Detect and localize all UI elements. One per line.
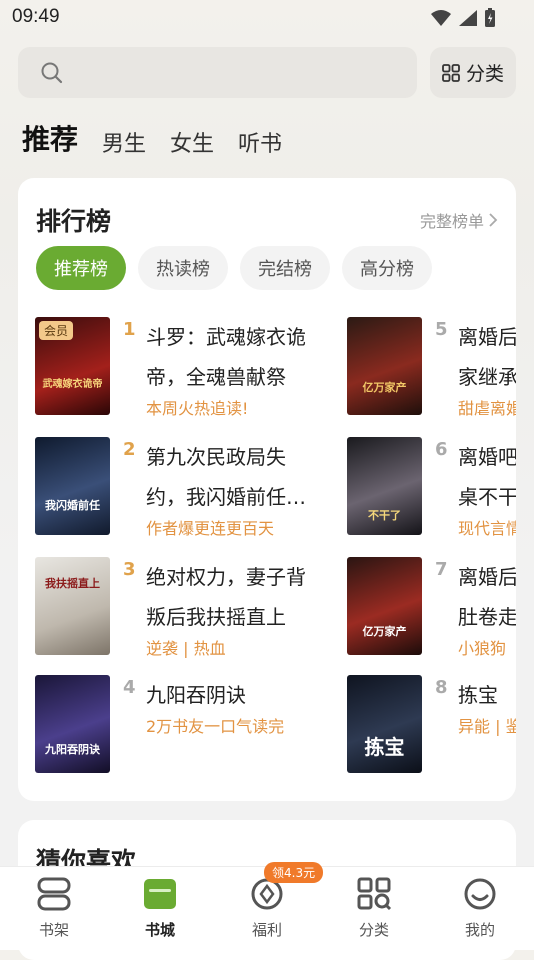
book-tag: 小狼狗 [458,639,507,658]
book-cover[interactable]: 九阳吞阴诀 [35,675,110,773]
rank-number: 3 [123,559,136,580]
vip-badge: 会员 [39,321,74,340]
rank-number: 5 [435,319,448,340]
book-item[interactable]: 我闪婚前任 2 第九次民政局失约，我闪婚前任… 作者爆更连更百天 [35,437,335,538]
nav-label: 书架 [38,921,69,939]
book-title: 离婚吧 [458,445,516,469]
bottom-nav: 书架 书城 福利 领4.3元 分类 我的 [0,862,534,950]
chip-finished[interactable]: 完结榜 [240,246,330,290]
status-bar: 09:49 [0,0,534,36]
book-tag: 甜虐离婚 [458,399,516,418]
bookshelf-icon [37,877,71,911]
book-title: 绝对权力，妻子背叛后我扶摇直上 [146,565,306,629]
top-tabs: 推荐 男生 女生 听书 [22,118,282,158]
cover-title: 九阳吞阴诀 [45,743,100,756]
book-tag: 2万书友一口气读完 [146,717,285,736]
book-title: 第九次民政局失约，我闪婚前任… [146,445,306,509]
nav-category[interactable]: 分类 [334,877,414,940]
chevron-right-icon [489,213,498,227]
cover-title: 我闪婚前任 [45,499,100,512]
book-tag: 异能 | 鉴 [458,717,516,736]
tab-recommend[interactable]: 推荐 [22,118,78,158]
book-tag: 本周火热追读! [146,399,249,418]
book-tag: 现代言情 [458,519,516,538]
full-ranking-link[interactable]: 完整榜单 [420,208,498,232]
signal-icon [459,10,477,26]
book-cover[interactable]: 我扶摇直上 [35,557,110,655]
welfare-badge: 领4.3元 [264,862,324,883]
book-cover[interactable]: 拣宝 [347,675,422,773]
rank-number: 4 [123,677,136,698]
full-ranking-label: 完整榜单 [419,212,484,231]
book-title-line2: 桌不干 [458,485,516,509]
cover-title: 不干了 [368,509,401,522]
nav-mine[interactable]: 我的 [440,877,520,940]
book-item[interactable]: 亿万家产 7 离婚后 肚卷走 小狼狗 [347,557,516,658]
book-cover[interactable]: 不干了 [347,437,422,535]
book-item[interactable]: 我扶摇直上 3 绝对权力，妻子背叛后我扶摇直上 逆袭 | 热血 [35,557,335,658]
chip-recommend[interactable]: 推荐榜 [36,246,126,290]
book-cover[interactable]: 我闪婚前任 [35,437,110,535]
book-cover[interactable]: 会员 武魂嫁衣诡帝 [35,317,110,415]
ranking-title: 排行榜 [36,207,112,236]
nav-welfare[interactable]: 福利 [227,877,307,940]
rank-number: 6 [435,439,448,460]
profile-icon [464,878,496,910]
rank-number: 1 [123,319,136,340]
book-tag: 逆袭 | 热血 [146,639,226,658]
cover-title: 我扶摇直上 [45,577,100,590]
book-item[interactable]: 亿万家产 5 离婚后 家继承 甜虐离婚 [347,317,516,418]
search-icon [41,62,63,84]
tab-audio[interactable]: 听书 [238,126,282,158]
grid-icon [442,63,460,82]
nav-bookshelf[interactable]: 书架 [14,877,94,940]
cover-title: 亿万家产 [362,381,407,394]
category-button-label: 分类 [465,63,504,85]
book-title: 离婚后 [458,325,516,349]
book-title: 离婚后 [458,565,516,589]
cover-title: 亿万家产 [362,625,407,638]
book-title-line2: 家继承 [458,365,516,389]
nav-label: 福利 [251,921,282,939]
nav-label: 我的 [464,921,495,939]
book-tag: 作者爆更连更百天 [146,519,275,538]
ranking-chips: 推荐榜 热读榜 完结榜 高分榜 [36,246,432,290]
book-item[interactable]: 拣宝 8 拣宝 异能 | 鉴 [347,675,516,775]
cover-title: 武魂嫁衣诡帝 [42,379,103,390]
nav-label: 书城 [144,921,175,939]
category-button[interactable]: 分类 [430,47,516,98]
rank-number: 7 [435,559,448,580]
book-cover[interactable]: 亿万家产 [347,317,422,415]
nav-bookstore[interactable]: 书城 [120,877,200,940]
category-icon [357,877,392,911]
rank-number: 8 [435,677,448,698]
nav-label: 分类 [358,921,389,939]
ranking-list: 会员 武魂嫁衣诡帝 1 斗罗：武魂嫁衣诡帝，全魂兽献祭 本周火热追读! 我闪婚前… [18,317,516,787]
bookstore-icon [144,879,176,909]
status-time: 09:49 [12,6,60,27]
cover-title: 拣宝 [364,735,405,759]
book-title: 九阳吞阴诀 [146,683,246,707]
tab-female[interactable]: 女生 [170,126,214,158]
book-item[interactable]: 不干了 6 离婚吧 桌不干 现代言情 [347,437,516,538]
search-bar[interactable] [18,47,417,98]
rank-number: 2 [123,439,136,460]
battery-icon [485,8,495,27]
chip-hot[interactable]: 热读榜 [138,246,228,290]
book-cover[interactable]: 亿万家产 [347,557,422,655]
tab-male[interactable]: 男生 [102,126,146,158]
book-title: 拣宝 [458,683,498,707]
chip-high-score[interactable]: 高分榜 [342,246,432,290]
book-item[interactable]: 九阳吞阴诀 4 九阳吞阴诀 2万书友一口气读完 [35,675,335,775]
book-title: 斗罗：武魂嫁衣诡帝，全魂兽献祭 [146,325,306,389]
wifi-icon [431,10,451,26]
book-title-line2: 肚卷走 [458,605,516,629]
ranking-card: 排行榜 完整榜单 推荐榜 热读榜 完结榜 高分榜 会员 武魂嫁衣诡帝 1 斗罗：… [18,178,516,801]
book-item[interactable]: 会员 武魂嫁衣诡帝 1 斗罗：武魂嫁衣诡帝，全魂兽献祭 本周火热追读! [35,317,335,418]
